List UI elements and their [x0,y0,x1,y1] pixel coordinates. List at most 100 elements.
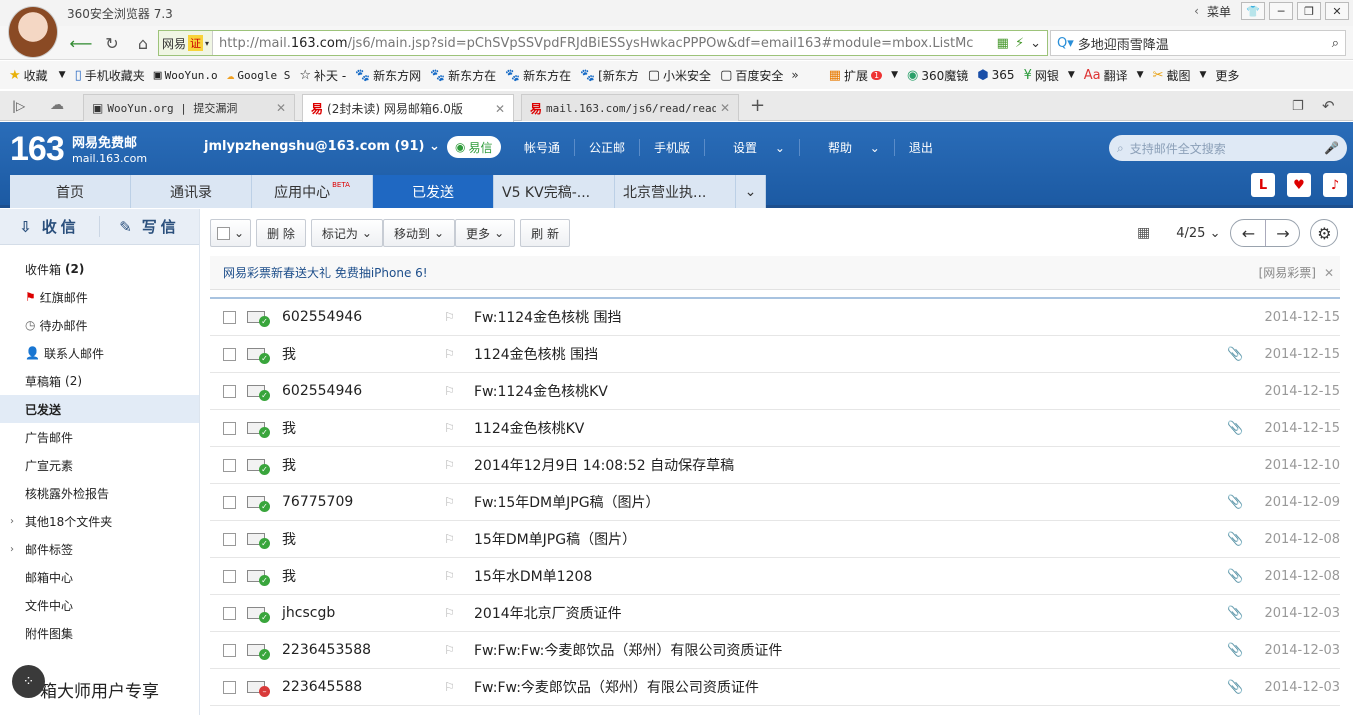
sidebar-toggle-icon[interactable]: |▷ [12,99,25,113]
sidebar-item-drafts[interactable]: 草稿箱 (2) [0,367,199,395]
extension-item[interactable]: ✂ 截图 ▼ [1153,67,1207,84]
microphone-icon[interactable]: 🎤 [1324,141,1339,155]
mail-subject[interactable]: Fw:1124金色核桃 围挡 [474,307,622,327]
attachment-icon[interactable]: 📎 [1227,680,1243,695]
sidebar-item-sent[interactable]: 已发送 [0,395,199,423]
sidebar-item-ads[interactable]: 广告邮件 [0,423,199,451]
tab-contacts[interactable]: 通讯录 [131,175,252,208]
flag-icon[interactable]: ⚐ [444,347,455,361]
mail-from[interactable]: 我 [282,344,296,364]
sidebar-item-promo-elements[interactable]: 广宣元素 [0,451,199,479]
attachment-icon[interactable]: 📎 [1227,532,1243,547]
undo-icon[interactable]: ↶ [1322,97,1335,115]
lightning-icon[interactable]: ⚡ [1015,36,1024,51]
mail-subject[interactable]: Fw:15年DM单JPG稿（图片） [474,492,660,512]
row-checkbox[interactable] [223,495,236,509]
table-row[interactable]: – 223645588 ⚐ Fw:Fw:今麦郎饮品（郑州）有限公司资质证件 📎 2014-… [210,669,1340,706]
browser-tab[interactable]: 易 mail.163.com/js6/read/readda ✕ [521,94,739,121]
bookmark-item[interactable]: 🐾 新东方在 [505,67,571,84]
table-row[interactable]: ✓ 我 ⚐ 1124金色核桃 围挡 📎 2014-12-15 [210,336,1340,373]
new-tab-button[interactable]: + [750,95,765,116]
mail-from[interactable]: 602554946 [282,383,362,399]
sidebar-item-contacts-mail[interactable]: 👤 联系人邮件 [0,339,199,367]
address-bar[interactable]: 网易证 ▾ http://mail.163.com/js6/main.jsp?si… [158,30,1048,56]
tab-list-icon[interactable]: ❐ [1292,99,1304,114]
promo-text[interactable]: 箱大师用户专享 [40,677,159,702]
mail-subject[interactable]: 15年DM单JPG稿（图片） [474,529,636,549]
attachment-icon[interactable]: 📎 [1227,421,1243,436]
nav-settings[interactable]: 设置 ⌄ [704,139,799,156]
search-engine-icon[interactable]: Q▾ [1057,36,1074,51]
tab-more[interactable]: ⌄ [736,175,766,208]
mail-from[interactable]: 我 [282,566,296,586]
mail-subject[interactable]: Fw:Fw:Fw:今麦郎饮品（郑州）有限公司资质证件 [474,640,782,660]
bookmark-item[interactable]: ☆ 补天 - [299,67,346,84]
attachment-icon[interactable]: 📎 [1227,347,1243,362]
mail-from[interactable]: 76775709 [282,494,353,510]
mail-from[interactable]: 2236453588 [282,642,371,658]
close-icon[interactable]: ✕ [720,101,730,115]
lottery-app-icon[interactable]: L [1251,173,1275,197]
tab-app-center[interactable]: 应用中心 BETA [252,175,373,208]
bookmark-item[interactable]: ▢ 百度安全 [720,67,783,84]
flag-icon[interactable]: ⚐ [444,384,455,398]
row-checkbox[interactable] [223,680,236,694]
browser-tab-active[interactable]: 易 (2封未读) 网易邮箱6.0版 ✕ [302,94,514,122]
calendar-icon[interactable]: ▦ [1137,225,1150,241]
mark-as-button[interactable]: 标记为 ⌄ [310,219,383,247]
mail-from[interactable]: 我 [282,529,296,549]
music-app-icon[interactable]: ♪ [1323,173,1347,197]
flag-icon[interactable]: ⚐ [444,569,455,583]
extension-item[interactable]: Aa 翻译 ▼ [1084,67,1144,84]
more-button[interactable]: 更多 ⌄ [455,219,516,247]
mail-search[interactable]: ⌕ 支持邮件全文搜索 🎤 [1109,135,1347,161]
select-all-button[interactable]: ⌄ [210,219,252,247]
close-icon[interactable]: ✕ [276,101,286,115]
site-badge[interactable]: 网易证 ▾ [159,31,214,55]
mail-subject[interactable]: 1124金色核桃 围挡 [474,344,598,364]
sidebar-item-file-center[interactable]: 文件中心 [0,591,199,619]
card-app-icon[interactable]: ♥ [1287,173,1311,197]
move-to-button[interactable]: 移动到 ⌄ [382,219,456,247]
table-row[interactable]: ✓ 602554946 ⚐ Fw:1124金色核桃KV 2014-12-15 [210,373,1340,410]
next-page-button[interactable]: → [1265,220,1299,246]
maximize-button[interactable]: ❐ [1297,2,1321,20]
attachment-icon[interactable]: 📎 [1227,606,1243,621]
mail-subject[interactable]: 2014年12月9日 14:08:52 自动保存草稿 [474,455,734,475]
table-row[interactable]: ✓ 2236453588 ⚐ Fw:Fw:Fw:今麦郎饮品（郑州）有限公司资质证件 📎 2… [210,632,1340,669]
nav-notary-mail[interactable]: 公正邮 [574,139,639,156]
attachment-icon[interactable]: 📎 [1227,495,1243,510]
table-row[interactable]: ✓ 我 ⚐ 15年DM单JPG稿（图片） 📎 2014-12-08 [210,521,1340,558]
bookmark-item[interactable]: ☁ Google S [227,68,291,83]
nav-account[interactable]: 帐号通 [510,139,574,156]
menu-button[interactable]: 菜单 [1207,3,1231,20]
search-icon[interactable]: ⌕ [1332,36,1339,51]
bookmark-item[interactable]: ▯ 手机收藏夹 [75,67,145,84]
mail-from[interactable]: 223645588 [282,679,362,695]
yixin-button[interactable]: ◉ 易信 [447,136,501,158]
close-button[interactable]: ✕ [1325,2,1349,20]
flag-icon[interactable]: ⚐ [444,310,455,324]
table-row[interactable]: ✓ jhcscgb ⚐ 2014年北京厂资质证件 📎 2014-12-03 [210,595,1340,632]
minimize-button[interactable]: ─ [1269,2,1293,20]
skin-button[interactable]: 👕 [1241,2,1265,20]
table-row[interactable]: ✓ 我 ⚐ 2014年12月9日 14:08:52 自动保存草稿 2014-12-10 [210,447,1340,484]
chevron-double-right-icon[interactable]: » [791,68,798,82]
nav-help[interactable]: 帮助 ⌄ [798,139,894,156]
close-icon[interactable]: ✕ [1324,266,1334,280]
sidebar-item-walnut-report[interactable]: 核桃露外检报告 [0,479,199,507]
tab-mail-kv[interactable]: V5 KV完稿-... [494,175,615,208]
table-row[interactable]: ✓ 我 ⚐ 15年水DM单1208 📎 2014-12-08 [210,558,1340,595]
reload-button[interactable]: ↻ [99,31,125,55]
bookmark-item[interactable]: 🐾 新东方在 [430,67,496,84]
row-checkbox[interactable] [223,347,236,361]
flag-icon[interactable]: ⚐ [444,458,455,472]
search-text[interactable]: 多地迎雨雪降温 [1078,34,1332,53]
url-text[interactable]: http://mail.163.com/js6/main.jsp?sid=pCh… [213,36,991,51]
mail-from[interactable]: 我 [282,455,296,475]
ad-link[interactable]: 网易彩票新春送大礼 免费抽iPhone 6! [223,264,428,281]
bookmark-item[interactable]: 🐾 新东方网 [355,67,421,84]
mail-subject[interactable]: Fw:Fw:今麦郎饮品（郑州）有限公司资质证件 [474,677,759,697]
sidebar-item-todo[interactable]: ◷ 待办邮件 [0,311,199,339]
prev-page-button[interactable]: ← [1231,220,1265,246]
